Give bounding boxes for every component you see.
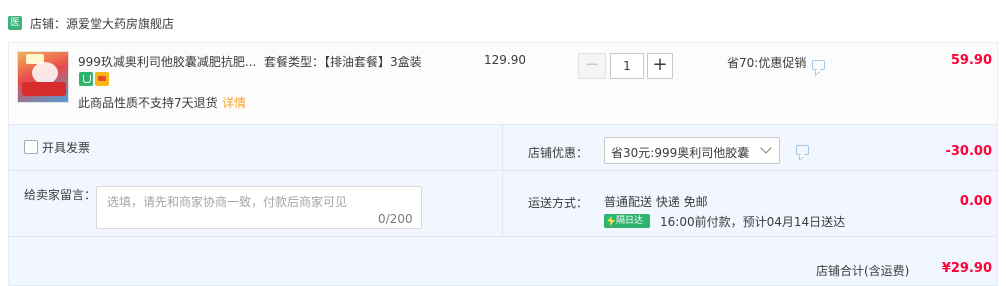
promotion-label: 省70:优惠促销 [727,56,807,70]
divider [8,236,998,237]
divider [8,170,502,171]
delivery-estimate: 16:00前付款，预计04月14日送达 [660,215,846,229]
invoice-checkbox[interactable] [24,140,38,154]
next-day-delivery-badge: 隔日达 [604,214,650,228]
quantity-decrease-button[interactable]: − [578,53,606,79]
message-icon[interactable] [796,145,809,155]
next-day-delivery-label: 隔日达 [616,216,644,226]
quantity-input[interactable]: 1 [610,53,644,79]
lightning-icon [607,216,615,226]
shop-discount-selected-value: 省30元:999奥利司他胶囊 [611,146,750,160]
unit-price: 129.90 [484,53,526,67]
seller-note-placeholder: 选填，请先和商家协商一致，付款后商家可见 [107,195,348,209]
invoice-label[interactable]: 开具发票 [42,139,90,156]
pharmacy-tag-icon [79,72,93,86]
divider [503,170,998,171]
message-icon[interactable] [812,60,825,70]
return-policy-notice: 此商品性质不支持7天退货 [78,96,218,110]
product-title-link[interactable]: 999玖减奥利司他胶囊减肥抗肥... [78,53,258,70]
quantity-increase-button[interactable]: + [647,53,673,79]
shop-discount-amount: -30.00 [945,144,992,159]
item-subtotal: 59.90 [950,53,992,68]
shop-name[interactable]: 店铺：源爱堂大药房旗舰店 [30,15,174,32]
return-policy-details-link[interactable]: 详情 [222,94,246,111]
seller-note-label: 给卖家留言： [24,188,97,202]
shipping-method-label: 运送方式： [528,196,589,210]
divider [502,124,503,236]
shop-discount-label: 店铺优惠： [528,146,589,160]
card-tag-icon [95,72,109,86]
shop-total-amount: ¥29.90 [941,261,992,276]
product-thumbnail[interactable] [17,51,69,103]
seller-note-char-count: 0/200 [378,212,413,226]
shipping-fee: 0.00 [959,194,992,209]
shipping-method-value: 普通配送 快递 免邮 [604,195,708,209]
product-spec: 套餐类型：【排油套餐】3盒装 [264,55,422,69]
shop-type-badge: 医 [8,16,22,30]
shop-total-label: 店铺合计(含运费) [816,264,910,278]
